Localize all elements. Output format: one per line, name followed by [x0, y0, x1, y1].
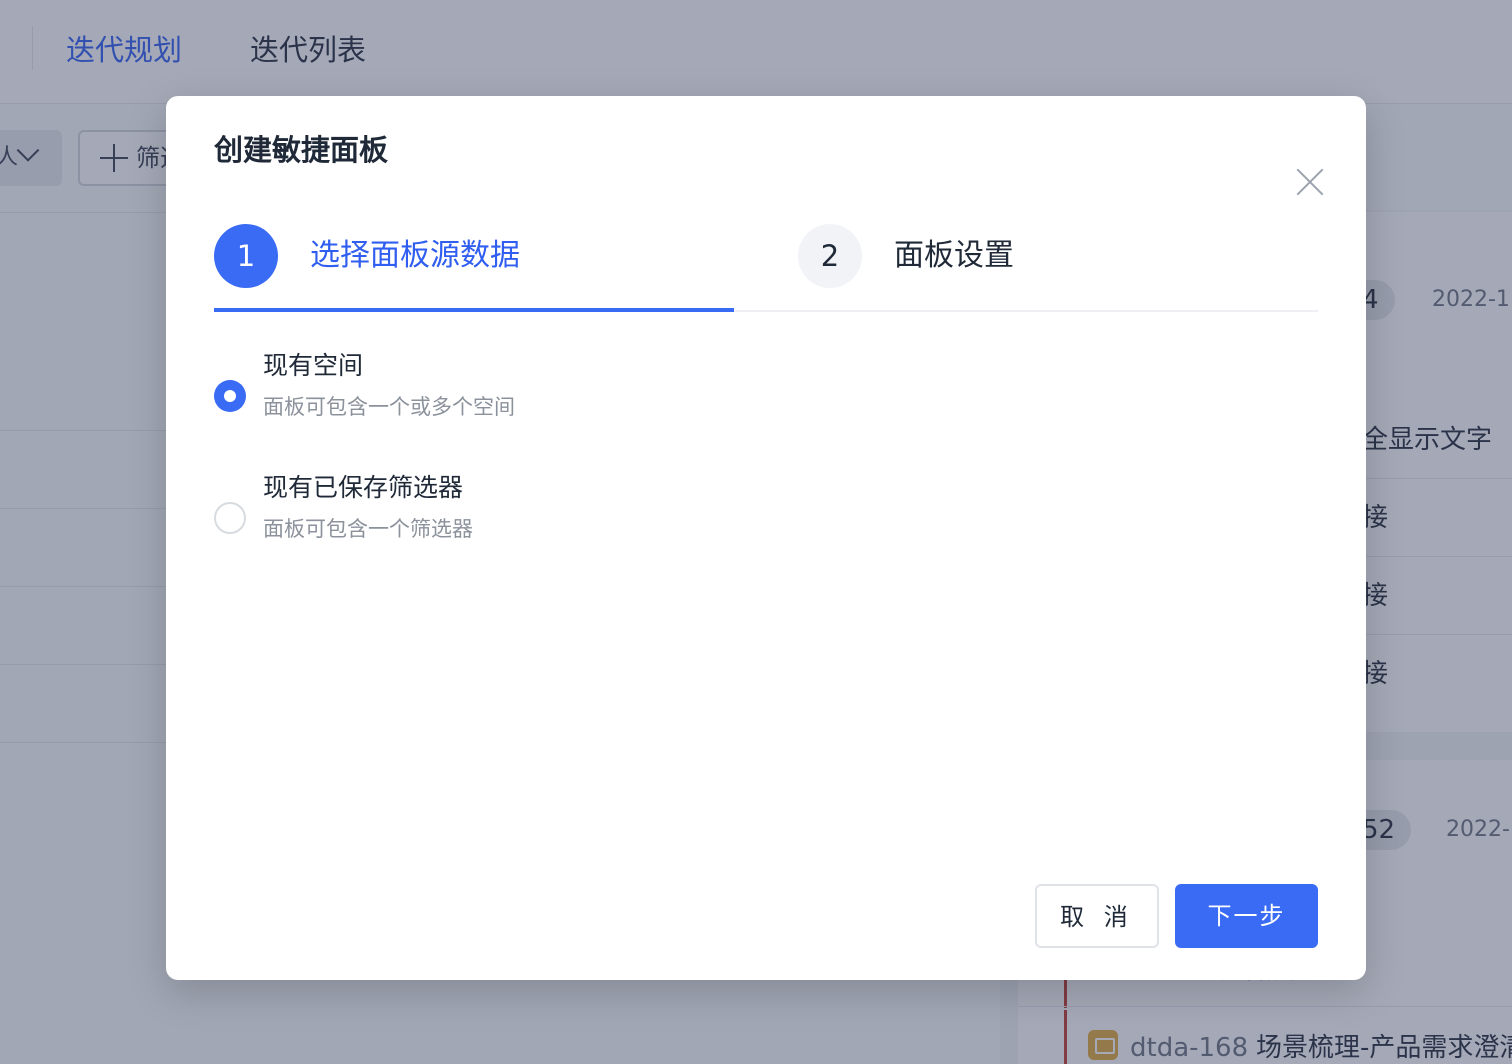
close-button[interactable] — [1290, 162, 1330, 202]
step-label: 选择面板源数据 — [310, 238, 520, 273]
stepper-active-indicator — [214, 308, 734, 312]
cancel-button[interactable]: 取 消 — [1035, 884, 1159, 948]
option-saved-filters[interactable]: 现有已保存筛选器 面板可包含一个筛选器 — [214, 470, 814, 550]
step-select-source[interactable]: 1 选择面板源数据 — [214, 224, 634, 290]
step-label: 面板设置 — [894, 238, 1014, 273]
step-board-settings[interactable]: 2 面板设置 — [798, 224, 1098, 290]
option-description: 面板可包含一个或多个空间 — [263, 395, 515, 419]
option-title: 现有已保存筛选器 — [263, 473, 464, 502]
option-title: 现有空间 — [263, 351, 364, 380]
radio-selected[interactable] — [214, 380, 246, 412]
radio-unselected[interactable] — [214, 502, 246, 534]
modal-title: 创建敏捷面板 — [214, 133, 389, 167]
stepper: 1 选择面板源数据 2 面板设置 — [214, 224, 1318, 312]
next-step-button[interactable]: 下一步 — [1175, 884, 1318, 948]
create-board-modal: 创建敏捷面板 1 选择面板源数据 2 面板设置 现有空间 面板可包含一个或多个空… — [166, 96, 1366, 980]
step-number: 1 — [214, 224, 278, 288]
option-existing-spaces[interactable]: 现有空间 面板可包含一个或多个空间 — [214, 348, 814, 428]
step-number: 2 — [798, 224, 862, 288]
option-description: 面板可包含一个筛选器 — [263, 517, 473, 541]
